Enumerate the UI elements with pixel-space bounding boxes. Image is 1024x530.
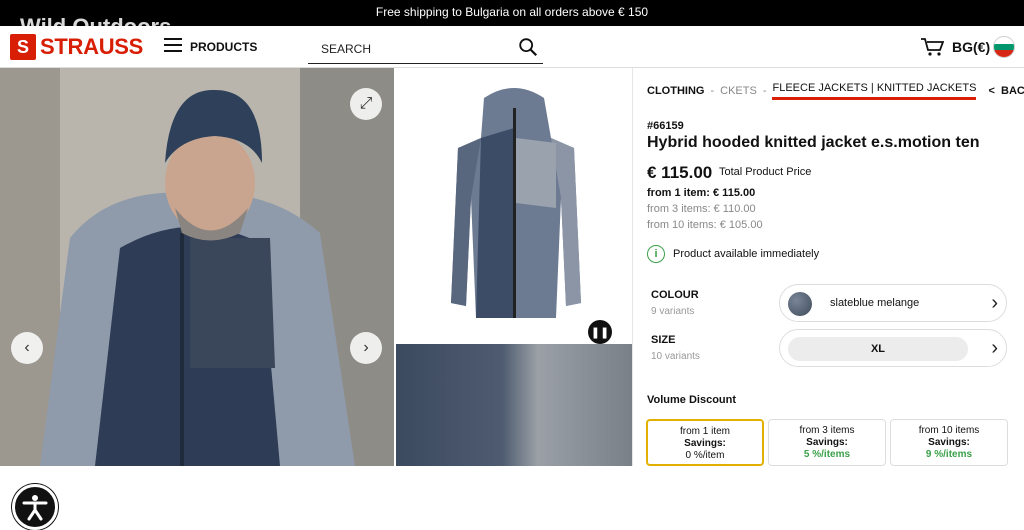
price-note: Total Product Price — [719, 166, 812, 178]
volume-card-savings: 9 %/items — [925, 449, 973, 460]
products-menu-button[interactable]: PRODUCTS — [190, 40, 257, 54]
bulgaria-flag-icon[interactable] — [993, 36, 1015, 58]
size-select[interactable]: XL › — [779, 329, 1007, 367]
volume-discount-label: Volume Discount — [647, 394, 737, 406]
accessibility-icon[interactable] — [12, 484, 58, 530]
back-label: BACK — [1001, 85, 1024, 97]
breadcrumb: CLOTHING - CKETS - FLEECE JACKETS | KNIT… — [647, 82, 1024, 100]
price-tier-1: from 1 item: € 115.00 — [647, 187, 756, 199]
volume-card-title: from 3 items — [799, 425, 855, 436]
jacket-illustration — [451, 88, 581, 318]
language-selector[interactable]: BG(€) — [952, 39, 990, 55]
pause-icon[interactable]: ❚❚ — [588, 320, 612, 344]
volume-card-savings-label: Savings: — [928, 437, 970, 448]
expand-icon[interactable]: ⤢ — [350, 88, 382, 120]
breadcrumb-separator: - — [762, 85, 767, 97]
price-tier-2: from 3 items: € 110.00 — [647, 203, 756, 215]
breadcrumb-separator: - — [710, 85, 715, 97]
volume-card-title: from 10 items — [918, 425, 980, 436]
availability-status: i Product available immediately — [647, 245, 819, 263]
prev-arrow-icon[interactable]: ‹ — [11, 332, 43, 364]
colour-variants: 9 variants — [651, 306, 695, 317]
chevron-right-icon: › — [991, 292, 998, 314]
breadcrumb-fleece-jackets[interactable]: FLEECE JACKETS | KNITTED JACKETS — [772, 82, 977, 100]
product-photo-detail[interactable] — [396, 344, 632, 466]
volume-card-title: from 1 item — [679, 426, 730, 437]
search-input[interactable]: SEARCH — [308, 34, 543, 64]
colour-label: COLOUR — [651, 289, 699, 301]
product-details: CLOTHING - CKETS - FLEECE JACKETS | KNIT… — [632, 68, 1024, 466]
chevron-right-icon: › — [991, 337, 998, 359]
back-link[interactable]: < BACK — [988, 85, 1024, 97]
availability-text: Product available immediately — [673, 248, 820, 260]
menu-icon[interactable] — [164, 38, 182, 54]
product-gallery: ⤢ ‹ › ❚❚ 3D — [0, 68, 632, 530]
size-label: SIZE — [651, 334, 676, 346]
product-title: Hybrid hooded knitted jacket e.s.motion … — [647, 134, 980, 151]
product-photo-jacket[interactable] — [396, 68, 632, 342]
cart-icon[interactable] — [920, 37, 944, 57]
product-photo-model[interactable] — [0, 68, 394, 466]
watermark: Wild Outdoors — [20, 14, 172, 39]
search-icon[interactable] — [517, 36, 539, 58]
info-icon: i — [647, 245, 665, 263]
volume-card-savings: 5 %/items — [803, 449, 851, 460]
breadcrumb-clothing[interactable]: CLOTHING — [647, 85, 704, 97]
colour-swatch — [788, 292, 812, 316]
volume-card-savings-label: Savings: — [806, 437, 848, 448]
breadcrumb-jackets[interactable]: CKETS — [720, 85, 757, 97]
volume-discount-card[interactable]: from 1 item Savings: 0 %/item — [646, 419, 764, 466]
product-price: € 115.00 — [647, 163, 713, 182]
model-illustration — [0, 68, 394, 466]
promo-text: Free shipping to Bulgaria on all orders … — [375, 5, 649, 19]
back-arrow-icon: < — [988, 85, 995, 97]
volume-card-savings: 0 %/item — [685, 450, 725, 461]
size-variants: 10 variants — [651, 351, 700, 362]
size-value: XL — [788, 337, 968, 361]
price-tier-3: from 10 items: € 105.00 — [647, 219, 763, 231]
volume-card-savings-label: Savings: — [684, 438, 726, 449]
colour-value: slateblue melange — [830, 297, 920, 309]
search-placeholder: SEARCH — [321, 42, 372, 56]
colour-select[interactable]: slateblue melange › — [779, 284, 1007, 322]
next-arrow-icon[interactable]: › — [350, 332, 382, 364]
volume-discount-card[interactable]: from 10 items Savings: 9 %/items — [890, 419, 1008, 466]
volume-discount-card[interactable]: from 3 items Savings: 5 %/items — [768, 419, 886, 466]
product-sku: #66159 — [647, 120, 684, 132]
